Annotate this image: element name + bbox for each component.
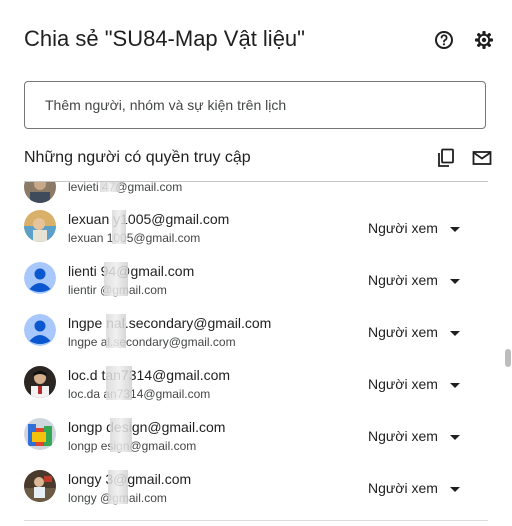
- chevron-down-icon[interactable]: [450, 383, 460, 388]
- person-email: longp design@gmail.com: [68, 419, 226, 435]
- redaction-mark: [104, 262, 128, 296]
- person-row: lienti 94@gmail.com lientir @gmail.com N…: [0, 258, 500, 310]
- person-sub-email: lngpe al.secondary@gmail.com: [68, 335, 236, 349]
- photo-avatar: [24, 418, 56, 450]
- person-email: lienti 94@gmail.com: [68, 263, 195, 279]
- help-icon[interactable]: [433, 29, 455, 51]
- photo-avatar: [24, 470, 56, 502]
- redaction-mark: [100, 182, 120, 192]
- role-dropdown[interactable]: Người xem: [368, 428, 438, 444]
- role-dropdown[interactable]: Người xem: [368, 480, 438, 496]
- person-row: loc.d tan7314@gmail.com loc.da an7314@gm…: [0, 362, 500, 414]
- person-sub-email: lexuan 1005@gmail.com: [68, 231, 201, 245]
- role-dropdown[interactable]: Người xem: [368, 220, 438, 236]
- dialog-title: Chia sẻ "SU84-Map Vật liệu": [24, 26, 305, 51]
- redaction-mark: [112, 210, 126, 244]
- photo-avatar: [24, 182, 56, 203]
- chevron-down-icon[interactable]: [450, 435, 460, 440]
- chevron-down-icon[interactable]: [450, 487, 460, 492]
- redaction-mark: [108, 470, 128, 504]
- chevron-down-icon[interactable]: [450, 279, 460, 284]
- person-email: lngpe nal.secondary@gmail.com: [68, 315, 272, 331]
- gear-icon[interactable]: [473, 29, 495, 51]
- person-row: lexuan y1005@gmail.com lexuan 1005@gmail…: [0, 206, 500, 258]
- chevron-down-icon[interactable]: [450, 331, 460, 336]
- person-sub-email: levieti 47@gmail.com: [68, 182, 183, 194]
- person-row: longp design@gmail.com longp esign@gmail…: [0, 414, 500, 466]
- person-email: lexuan y1005@gmail.com: [68, 211, 230, 227]
- role-dropdown[interactable]: Người xem: [368, 376, 438, 392]
- role-dropdown[interactable]: Người xem: [368, 324, 438, 340]
- person-email: longy 3@gmail.com: [68, 471, 192, 487]
- chevron-down-icon[interactable]: [450, 227, 460, 232]
- redaction-mark: [106, 366, 132, 400]
- list-scrollbar[interactable]: [505, 349, 511, 367]
- add-people-field[interactable]: [24, 81, 486, 129]
- person-row: lngpe nal.secondary@gmail.com lngpe al.s…: [0, 310, 500, 362]
- role-dropdown[interactable]: Người xem: [368, 272, 438, 288]
- access-section-title: Những người có quyền truy cập: [24, 149, 251, 166]
- default-person-avatar: [24, 262, 56, 294]
- list-bottom-edge: [24, 520, 488, 521]
- copy-emails-icon[interactable]: [436, 148, 456, 168]
- person-sub-email: longp esign@gmail.com: [68, 439, 197, 453]
- people-list: levieti 47@gmail.com lexuan y1005@gmail.…: [0, 182, 500, 518]
- add-people-input[interactable]: [25, 82, 485, 128]
- mail-icon[interactable]: [472, 148, 492, 168]
- photo-avatar: [24, 210, 56, 242]
- default-person-avatar: [24, 314, 56, 346]
- person-email: loc.d tan7314@gmail.com: [68, 367, 231, 383]
- redaction-mark: [106, 314, 126, 348]
- photo-avatar: [24, 366, 56, 398]
- share-dialog: Chia sẻ "SU84-Map Vật liệu" Thêm người, …: [0, 0, 512, 526]
- redaction-mark: [110, 418, 132, 452]
- person-sub-email: loc.da an7314@gmail.com: [68, 387, 211, 401]
- person-row: longy 3@gmail.com longy @gmail.com Người…: [0, 466, 500, 518]
